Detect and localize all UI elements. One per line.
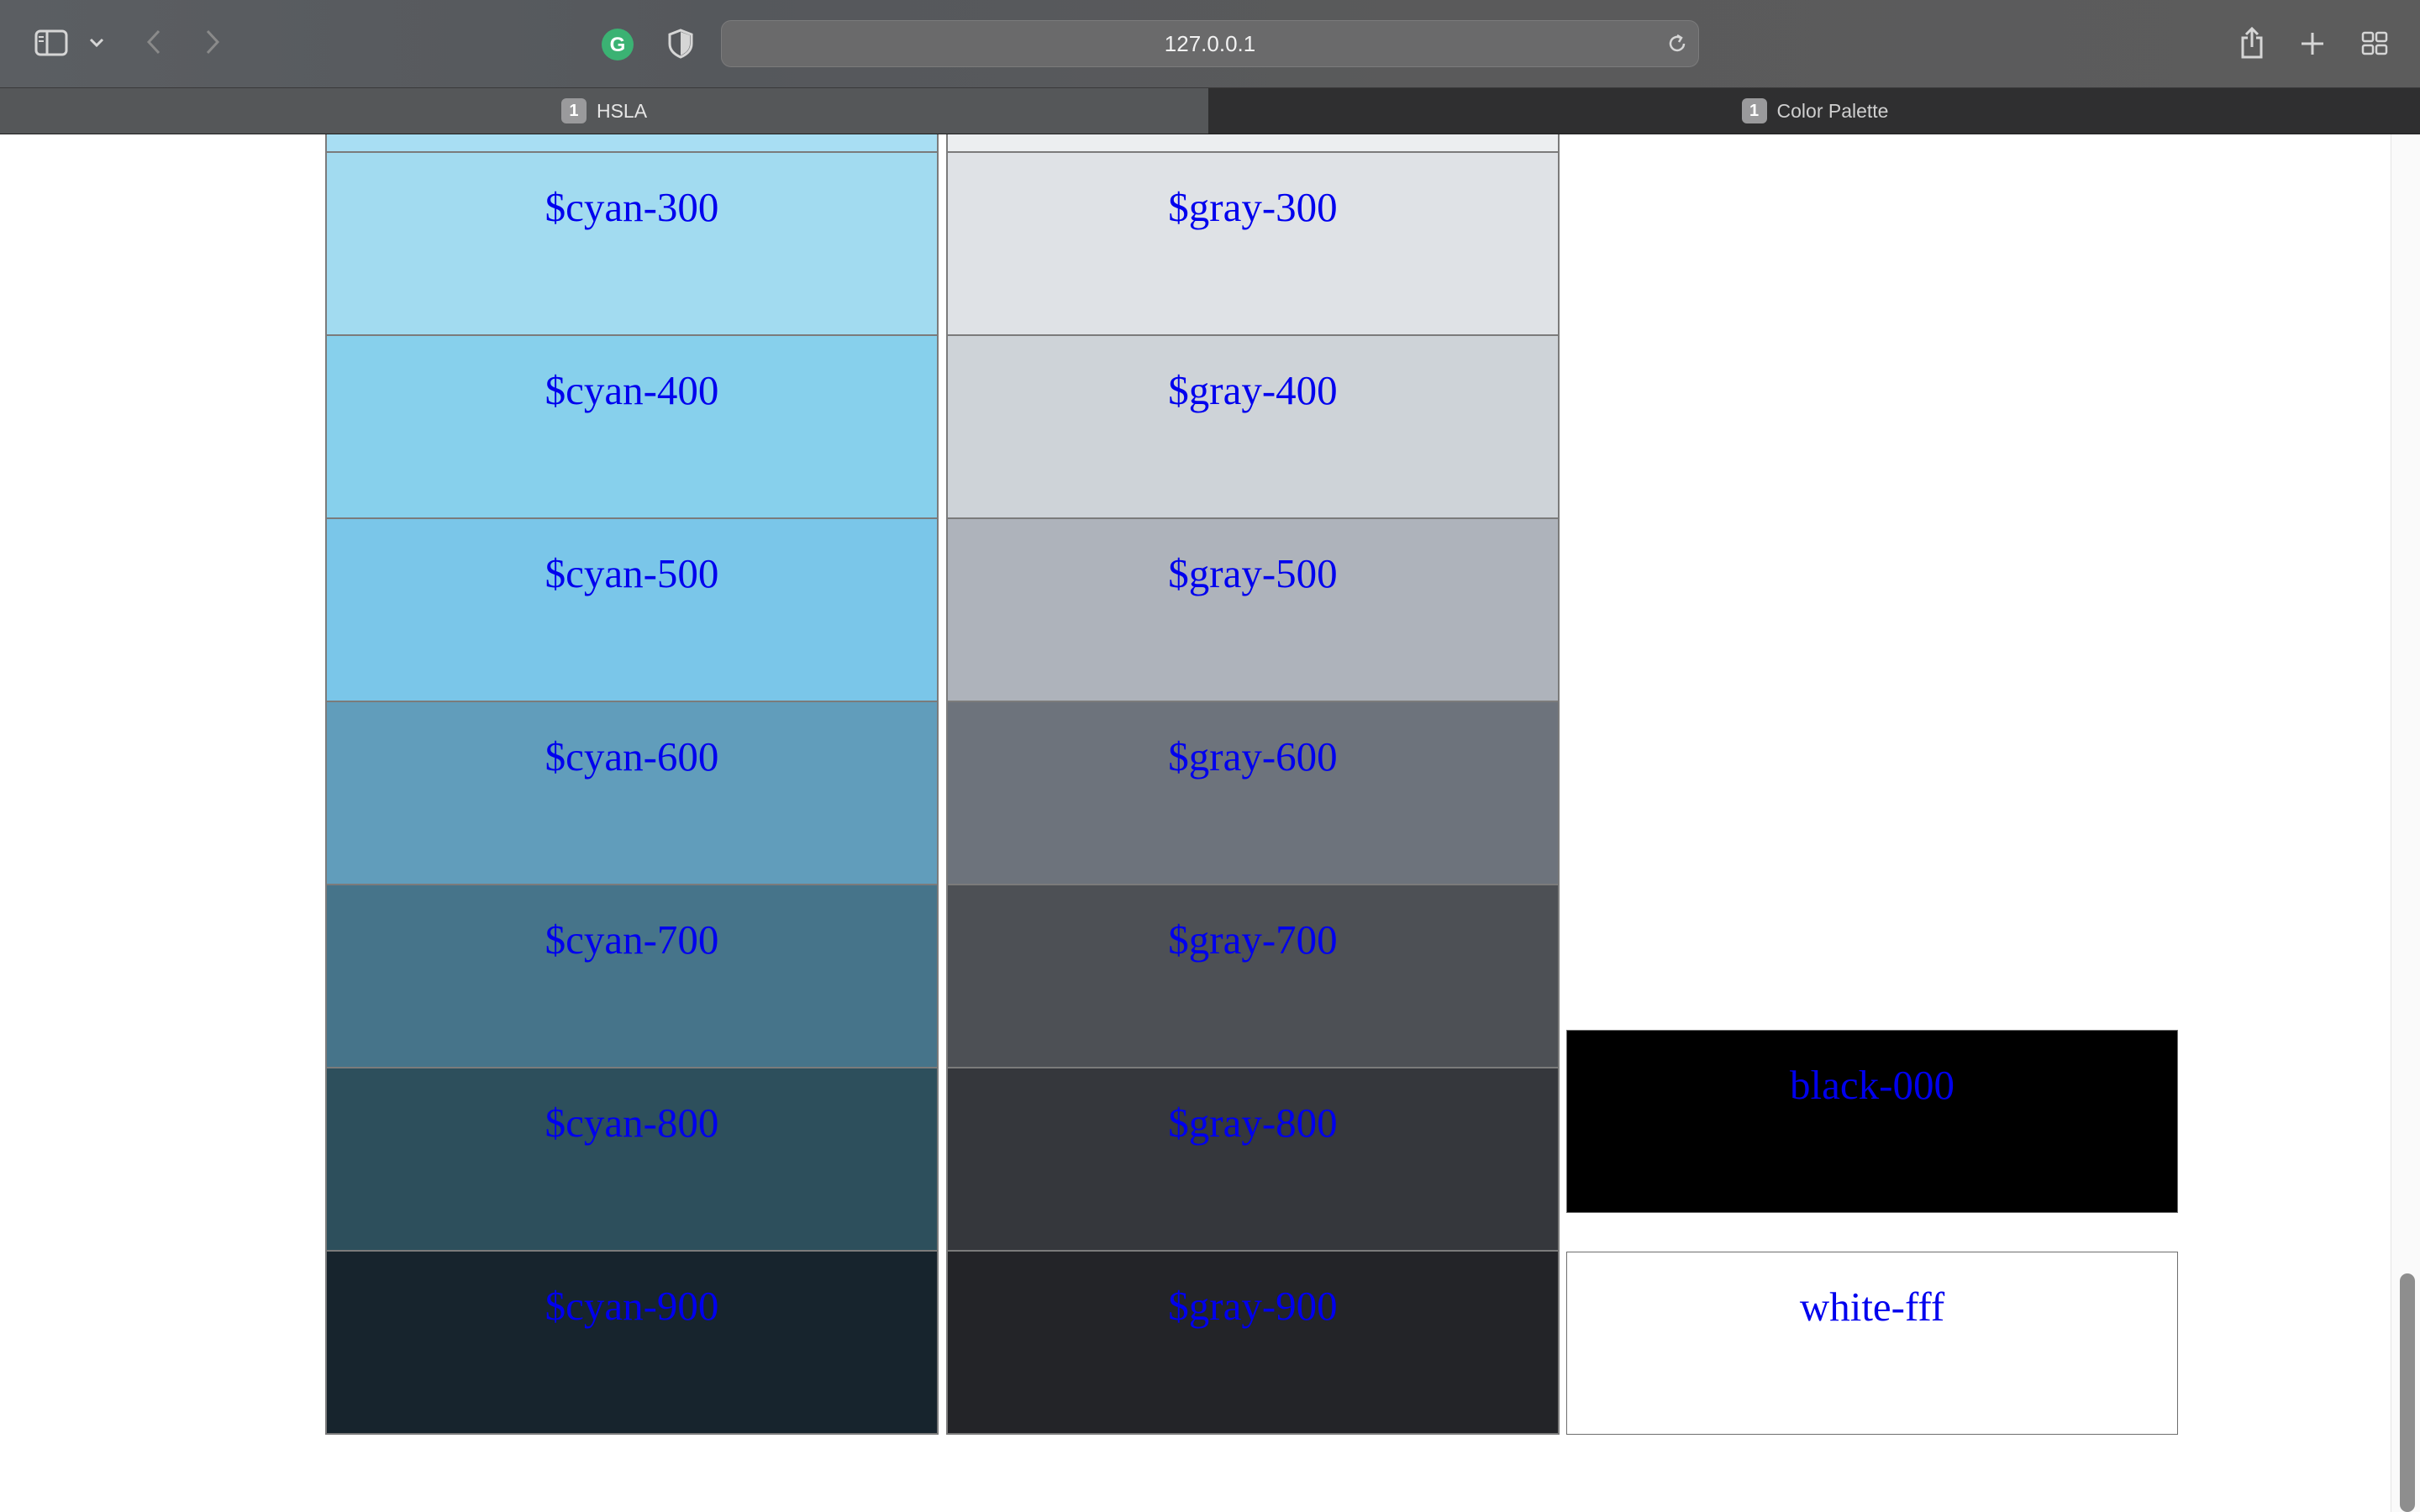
swatch-label[interactable]: $cyan-800 [545, 1102, 719, 1250]
forward-icon[interactable] [198, 25, 227, 59]
swatch-label[interactable]: $gray-900 [1168, 1285, 1337, 1433]
page-viewport: $cyan-300 $cyan-400 $cyan-500 $cyan-600 $cya… [0, 134, 2420, 1512]
swatch-cyan-800: $cyan-800 [325, 1067, 939, 1252]
swatch-gray-500: $gray-500 [946, 517, 1560, 702]
swatch-label[interactable]: $cyan-500 [545, 553, 719, 701]
swatch-cyan-300: $cyan-300 [325, 151, 939, 336]
grammarly-icon[interactable]: G [600, 27, 635, 62]
scrollbar-thumb[interactable] [2400, 1273, 2415, 1512]
swatch-cyan-700: $cyan-700 [325, 884, 939, 1068]
swatch-cyan-900: $cyan-900 [325, 1250, 939, 1435]
swatch-gray-700: $gray-700 [946, 884, 1560, 1068]
swatch-label[interactable]: $cyan-300 [545, 186, 719, 334]
address-bar[interactable]: 127.0.0.1 [721, 20, 1699, 67]
tab-label: HSLA [596, 99, 648, 122]
swatch-label[interactable]: black-000 [1790, 1064, 1954, 1212]
svg-text:G: G [610, 34, 626, 56]
swatch-label[interactable]: $gray-500 [1168, 553, 1337, 701]
swatch-cyan-400: $cyan-400 [325, 334, 939, 519]
swatch-label[interactable]: $cyan-400 [545, 370, 719, 517]
reload-icon[interactable] [1665, 31, 1690, 56]
swatch-gray-300: $gray-300 [946, 151, 1560, 336]
new-tab-icon[interactable] [2296, 27, 2329, 60]
swatch-label[interactable]: $gray-300 [1168, 186, 1337, 334]
tab-label: Color Palette [1776, 99, 1889, 122]
chevron-down-icon[interactable] [84, 30, 109, 55]
swatch-black-000: black-000 [1566, 1030, 2178, 1213]
swatch-label[interactable]: white-fff [1800, 1286, 1944, 1434]
sidebar-icon[interactable] [32, 27, 71, 59]
browser-toolbar: G 127.0.0.1 [0, 0, 2420, 87]
url-text: 127.0.0.1 [1164, 30, 1256, 56]
scrollbar-track[interactable] [2391, 134, 2420, 1512]
swatch-label[interactable]: $gray-600 [1168, 736, 1337, 884]
swatch-gray-800: $gray-800 [946, 1067, 1560, 1252]
swatch-gray-400: $gray-400 [946, 334, 1560, 519]
swatch-label[interactable]: $cyan-900 [545, 1285, 719, 1433]
swatch-label[interactable]: $gray-400 [1168, 370, 1337, 517]
swatch-white-fff: white-fff [1566, 1252, 2178, 1435]
share-icon[interactable] [2235, 24, 2269, 62]
swatch-cyan-600: $cyan-600 [325, 701, 939, 885]
back-icon[interactable] [139, 25, 168, 59]
tab-overview-icon[interactable] [2358, 27, 2391, 60]
tab-color-palette[interactable]: 1 Color Palette [1210, 88, 2420, 134]
swatch-label[interactable]: $cyan-600 [545, 736, 719, 884]
swatch-gray-600: $gray-600 [946, 701, 1560, 885]
tab-bar: 1 HSLA 1 Color Palette [0, 87, 2420, 134]
tab-hsla[interactable]: 1 HSLA [0, 88, 1208, 134]
tab-count-badge: 1 [560, 98, 587, 123]
shield-icon[interactable] [664, 27, 697, 60]
swatch-cyan-partial [325, 134, 939, 153]
swatch-gray-900: $gray-900 [946, 1250, 1560, 1435]
swatch-label[interactable]: $gray-800 [1168, 1102, 1337, 1250]
swatch-gray-partial [946, 134, 1560, 153]
tab-count-badge: 1 [1741, 98, 1767, 123]
swatch-label[interactable]: $gray-700 [1168, 919, 1337, 1067]
swatch-label[interactable]: $cyan-700 [545, 919, 719, 1067]
swatch-cyan-500: $cyan-500 [325, 517, 939, 702]
